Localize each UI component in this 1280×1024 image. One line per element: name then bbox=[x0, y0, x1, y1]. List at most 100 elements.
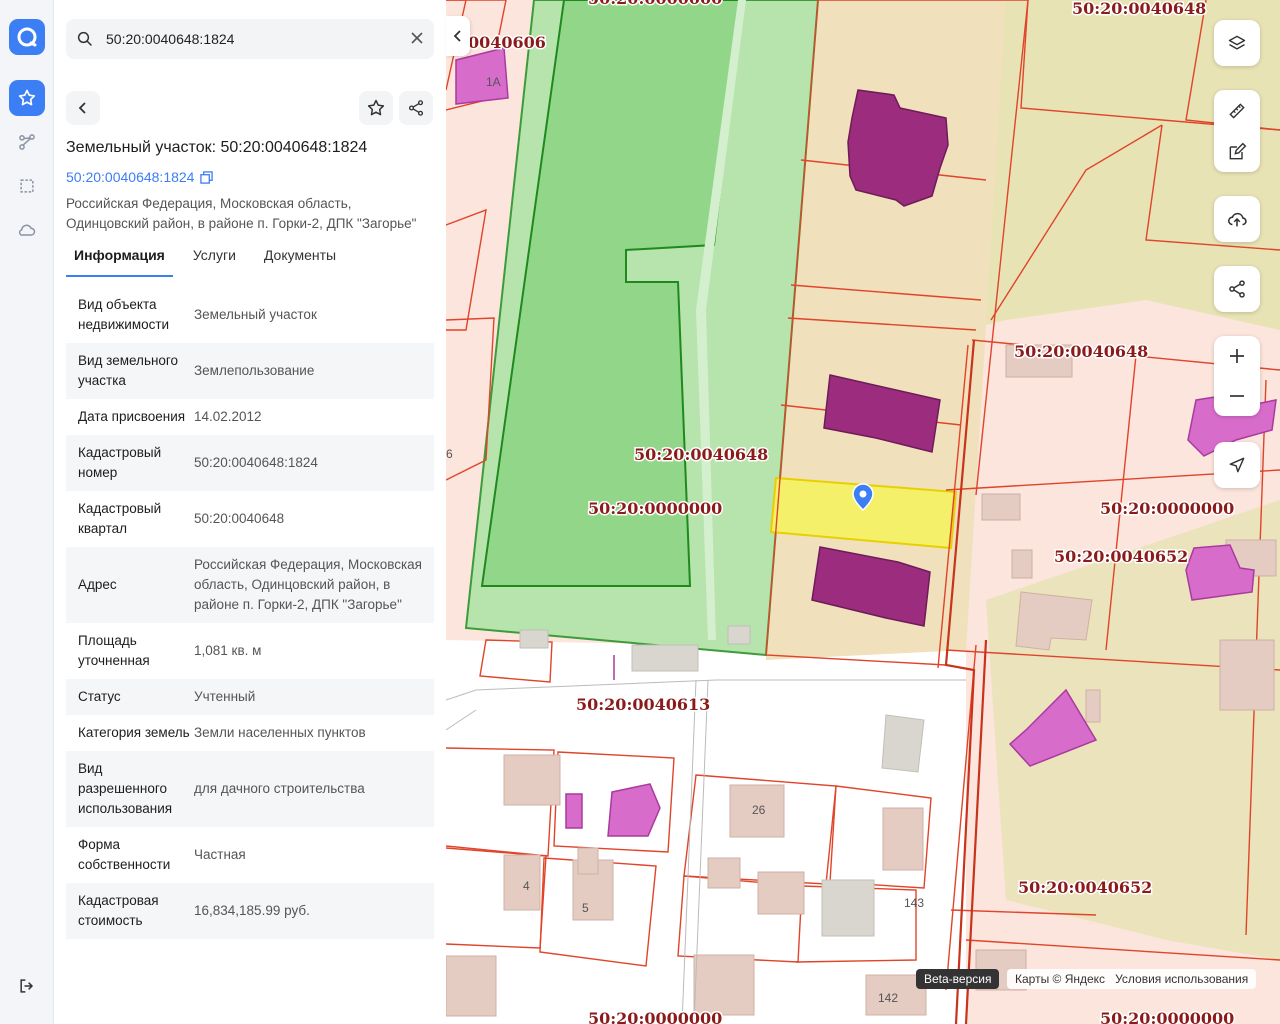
back-button[interactable] bbox=[66, 91, 100, 125]
chevron-left-icon bbox=[453, 30, 461, 42]
layers-button[interactable] bbox=[1214, 20, 1260, 66]
row-value: 16,834,185.99 руб. bbox=[194, 903, 310, 918]
row-key: Кадастровый квартал bbox=[78, 501, 162, 536]
add-favorite-button[interactable] bbox=[359, 91, 393, 125]
row-key: Статус bbox=[78, 689, 121, 704]
table-row: Адрес Российская Федерация, Московская об… bbox=[66, 547, 434, 623]
house-number: 4 bbox=[523, 879, 530, 893]
beta-badge: Beta-версия bbox=[916, 969, 1000, 989]
chevron-left-icon bbox=[78, 102, 86, 114]
house-number: 6 bbox=[446, 447, 453, 461]
navigation-arrow-icon bbox=[1229, 457, 1245, 473]
zoom-controls bbox=[1214, 336, 1260, 416]
map-label-10: 50:20:0000000 bbox=[588, 1009, 722, 1024]
object-address: Российская Федерация, Московская область… bbox=[66, 196, 417, 231]
map-label-12: 50:20:0000000 bbox=[588, 0, 722, 8]
map-share-button[interactable] bbox=[1214, 266, 1260, 312]
object-title: Земельный участок: 50:20:0040648:1824 bbox=[66, 139, 368, 156]
collapse-panel-button[interactable] bbox=[446, 16, 470, 56]
map-label-4: 50:20:0040648 bbox=[634, 445, 768, 464]
row-value: Земельный участок bbox=[194, 307, 317, 322]
house-number: 5 bbox=[582, 901, 589, 915]
tab-information[interactable]: Информация bbox=[66, 243, 173, 277]
terms-of-use-link[interactable]: Условия использования bbox=[1115, 972, 1248, 986]
row-value: 50:20:0040648 bbox=[194, 511, 285, 526]
row-value: Земли населенных пунктов bbox=[194, 725, 366, 740]
map-label-7: 50:20:0040652 bbox=[1054, 547, 1188, 566]
info-tabs: Информация Услуги Документы bbox=[66, 243, 434, 277]
ruler-icon[interactable] bbox=[1227, 101, 1247, 121]
share-icon bbox=[408, 100, 424, 116]
clear-search-icon[interactable] bbox=[410, 31, 424, 50]
house-number: 143 bbox=[904, 896, 924, 910]
row-key: Кадастровая стоимость bbox=[78, 893, 159, 928]
map-label-2: 0040606 bbox=[468, 33, 546, 52]
cadastral-number-text[interactable]: 50:20:0040648:1824 bbox=[66, 169, 194, 185]
row-value: для дачного строительства bbox=[194, 781, 365, 796]
table-row: Форма собственности Частная bbox=[66, 827, 434, 883]
share-icon bbox=[1229, 280, 1245, 298]
search-input[interactable] bbox=[106, 19, 396, 59]
map-label-11: 50:20:0000000 bbox=[1100, 1009, 1234, 1024]
row-key: Дата присвоения bbox=[78, 409, 186, 424]
app-logo-icon[interactable] bbox=[9, 19, 45, 55]
cloud-icon[interactable] bbox=[9, 212, 45, 248]
row-value: Учтенный bbox=[194, 689, 256, 704]
table-row: Статус Учтенный bbox=[66, 679, 434, 715]
layers-icon bbox=[1228, 35, 1246, 50]
search-icon bbox=[76, 30, 94, 53]
measure-tools bbox=[1214, 90, 1260, 172]
table-row: Дата присвоения 14.02.2012 bbox=[66, 399, 434, 435]
favorites-icon[interactable] bbox=[9, 80, 45, 116]
map-canvas[interactable]: 50:20:0040648 0040606 50:20:0040648 50:2… bbox=[446, 0, 1280, 1024]
row-value: Российская Федерация, Московская область… bbox=[194, 557, 422, 612]
row-key: Адрес bbox=[78, 577, 117, 592]
table-row: Вид объекта недвижимости Земельный участо… bbox=[66, 287, 434, 343]
row-key: Вид объекта недвижимости bbox=[78, 297, 170, 332]
row-value: 50:20:0040648:1824 bbox=[194, 455, 318, 470]
tab-services[interactable]: Услуги bbox=[185, 243, 244, 277]
logout-icon[interactable] bbox=[9, 968, 45, 1004]
tab-documents[interactable]: Документы bbox=[256, 243, 344, 277]
info-table: Вид объекта недвижимости Земельный участо… bbox=[66, 287, 434, 939]
yandex-attribution: Карты © Яндекс bbox=[1015, 972, 1106, 986]
share-button[interactable] bbox=[399, 91, 433, 125]
map-label-3: 50:20:0040648 bbox=[1014, 342, 1148, 361]
my-location-button[interactable] bbox=[1214, 442, 1260, 488]
table-row: Вид земельного участка Землепользование bbox=[66, 343, 434, 399]
cadastral-map[interactable]: 50:20:0040648 0040606 50:20:0040648 50:2… bbox=[446, 0, 1280, 1024]
table-row: Площадь уточненная 1,081 кв. м bbox=[66, 623, 434, 679]
map-label-5: 50:20:0000000 bbox=[588, 499, 722, 518]
select-area-icon[interactable] bbox=[9, 168, 45, 204]
row-value: Частная bbox=[194, 847, 246, 862]
row-value: 1,081 кв. м bbox=[194, 643, 262, 658]
table-row: Вид разрешенного использования для дачног… bbox=[66, 751, 434, 827]
cloud-upload-icon bbox=[1227, 212, 1247, 227]
map-label-6: 50:20:0000000 bbox=[1100, 499, 1234, 518]
row-key: Вид земельного участка bbox=[78, 353, 179, 388]
table-row: Кадастровый номер 50:20:0040648:1824 bbox=[66, 435, 434, 491]
routes-icon[interactable] bbox=[9, 124, 45, 160]
copy-icon[interactable] bbox=[200, 170, 214, 184]
row-key: Форма собственности bbox=[78, 837, 171, 872]
search-bar bbox=[66, 19, 434, 59]
row-key: Кадастровый номер bbox=[78, 445, 162, 480]
row-key: Площадь уточненная bbox=[78, 633, 150, 668]
table-row: Кадастровый квартал 50:20:0040648 bbox=[66, 491, 434, 547]
cadastral-number-link[interactable]: 50:20:0040648:1824 bbox=[66, 169, 214, 185]
star-icon bbox=[367, 99, 385, 116]
upload-button[interactable] bbox=[1214, 196, 1260, 242]
left-rail bbox=[0, 0, 54, 1024]
zoom-out-icon[interactable] bbox=[1228, 387, 1246, 405]
map-attribution: Карты © Яндекс Условия использования bbox=[1007, 969, 1257, 989]
edit-icon[interactable] bbox=[1227, 142, 1247, 162]
table-row: Кадастровая стоимость 16,834,185.99 руб. bbox=[66, 883, 434, 939]
row-key: Вид разрешенного использования bbox=[78, 761, 173, 816]
house-number: 1А bbox=[486, 75, 501, 89]
table-row: Категория земель Земли населенных пунктов bbox=[66, 715, 434, 751]
row-value: Землепользование bbox=[194, 363, 315, 378]
map-label-9: 50:20:0040652 bbox=[1018, 878, 1152, 897]
object-info-panel: Земельный участок: 50:20:0040648:1824 50… bbox=[54, 0, 446, 1024]
zoom-in-icon[interactable] bbox=[1228, 347, 1246, 365]
row-key: Категория земель bbox=[78, 725, 190, 740]
